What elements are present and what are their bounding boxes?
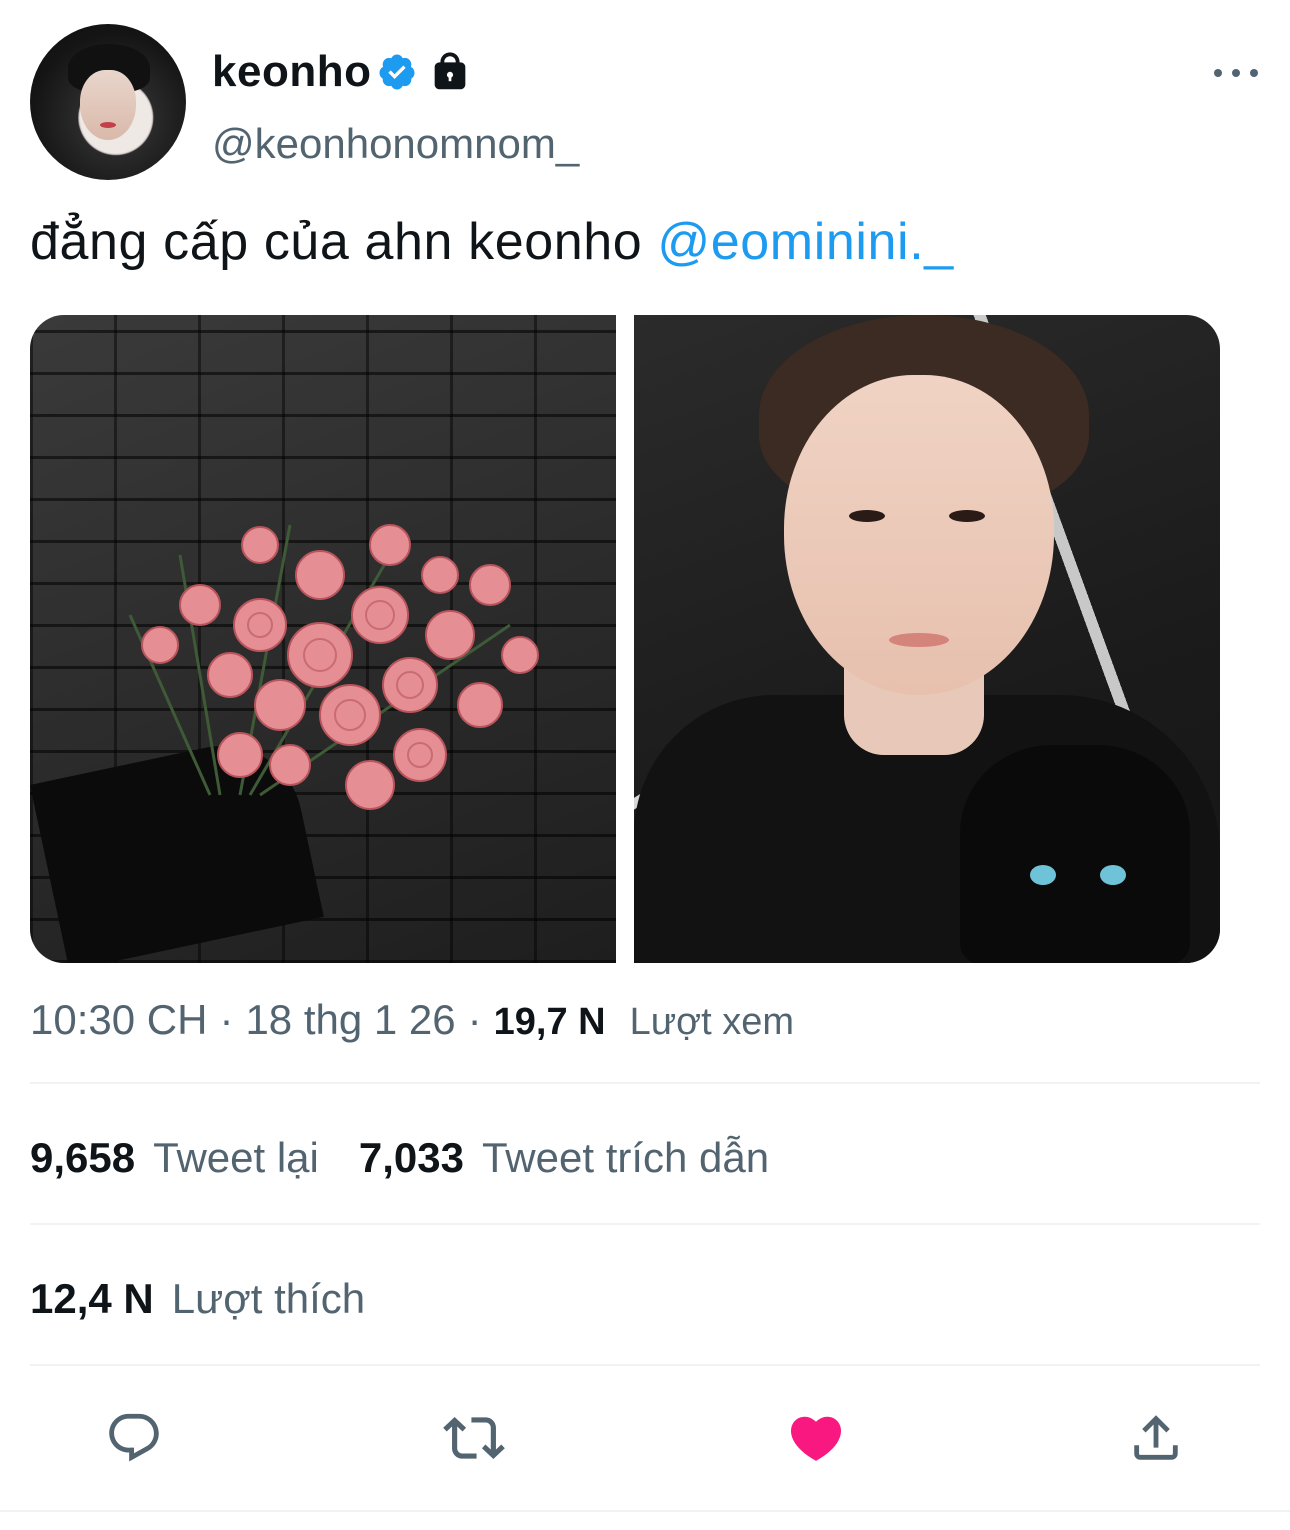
lock-icon [435,52,466,90]
avatar[interactable] [30,24,186,180]
like-button[interactable] [784,1406,848,1470]
retweets-count[interactable]: 9,658 [30,1134,135,1182]
tweet-body: đẳng cấp của ahn keonho [30,213,658,271]
reply-icon [109,1413,159,1462]
action-bar [0,1390,1290,1490]
mention-link[interactable]: @eominini._ [657,213,953,271]
tweet-date[interactable]: 18 thg 1 26 [245,996,455,1044]
retweet-icon [443,1417,505,1459]
quotes-count[interactable]: 7,033 [359,1134,464,1182]
more-icon[interactable] [1214,58,1258,88]
verified-badge-icon [379,54,415,90]
reply-button[interactable] [102,1406,166,1470]
retweet-stats-row: 9,658 Tweet lại 7,033 Tweet trích dẫn [30,1134,809,1182]
views-label: Lượt xem [629,1001,794,1043]
meta-separator: · [467,996,482,1043]
likes-count[interactable]: 12,4 N [30,1275,154,1323]
roses-bouquet-image [128,524,539,810]
views-count: 19,7 N [493,1001,606,1043]
tweet-header: keonho @keonhonomnom_ [30,24,1260,184]
media-grid [30,315,1220,963]
quotes-label[interactable]: Tweet trích dẫn [482,1134,769,1182]
share-button[interactable] [1124,1406,1188,1470]
divider [30,1223,1260,1225]
likes-label[interactable]: Lượt thích [172,1275,365,1323]
tweet-meta: 10:30 CH · 18 thg 1 26 · 19,7 N Lượt xem [30,996,794,1044]
meta-separator: · [219,996,234,1043]
author-name-row: keonho [212,44,473,100]
divider [30,1082,1260,1084]
share-icon [1134,1415,1178,1460]
photo-selfie[interactable] [634,315,1220,963]
likes-stats-row: 12,4 N Lượt thích [30,1275,405,1323]
divider [0,1510,1290,1512]
like-icon [790,1416,842,1461]
photo-roses[interactable] [30,315,616,963]
handle[interactable]: @keonhonomnom_ [212,120,579,168]
retweet-button[interactable] [442,1406,506,1470]
divider [30,1364,1260,1366]
display-name[interactable]: keonho [212,47,371,97]
tweet-text: đẳng cấp của ahn keonho @eominini._ [30,212,954,272]
retweets-label[interactable]: Tweet lại [153,1134,319,1182]
tweet-time[interactable]: 10:30 CH [30,996,207,1044]
